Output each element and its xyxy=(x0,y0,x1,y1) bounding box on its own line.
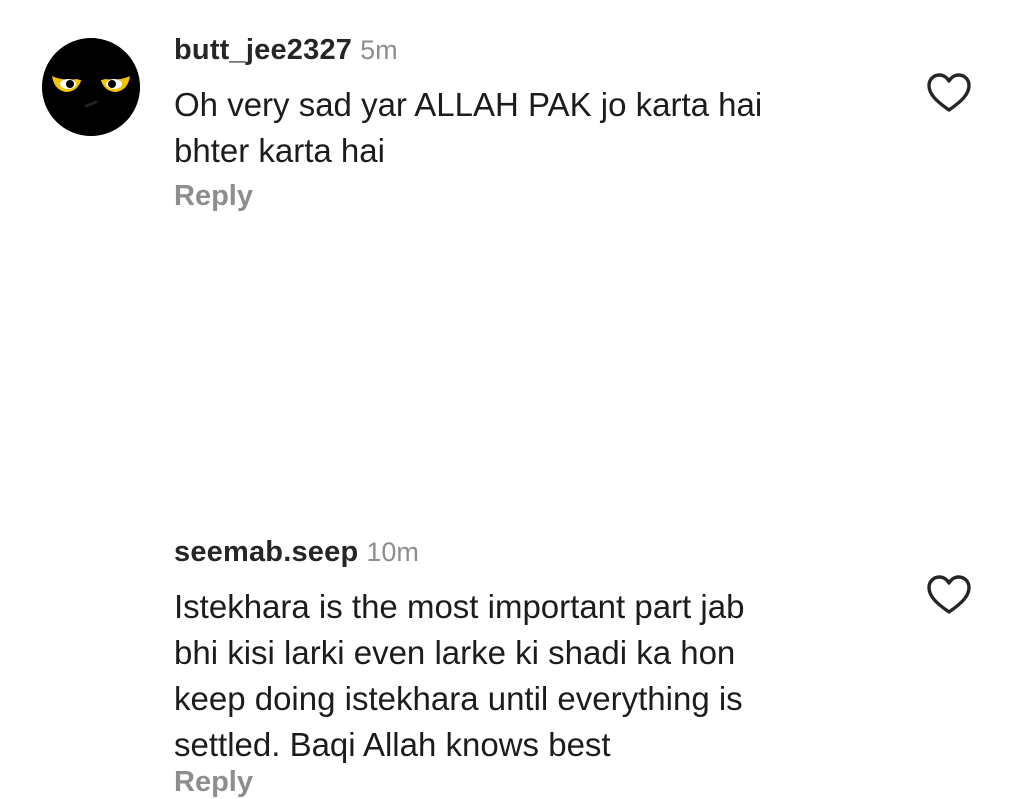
comment-item: seemab.seep 10m Istekhara is the most imp… xyxy=(0,260,1024,798)
comment-text: Istekhara is the most important part jab… xyxy=(174,588,745,763)
reply-button[interactable]: Reply xyxy=(174,180,253,213)
comment-header: seemab.seep 10m xyxy=(174,536,419,569)
username[interactable]: butt_jee2327 xyxy=(174,34,352,66)
like-button[interactable] xyxy=(926,72,972,114)
angry-eyes-avatar-icon xyxy=(42,38,140,136)
avatar[interactable] xyxy=(42,38,140,136)
comment-header: butt_jee2327 5m xyxy=(174,34,398,67)
reply-button[interactable]: Reply xyxy=(174,766,253,799)
timestamp: 5m xyxy=(360,35,398,65)
heart-outline-icon xyxy=(927,575,971,614)
comment-text: Oh very sad yar ALLAH PAK jo karta hai b… xyxy=(174,86,763,169)
heart-outline-icon xyxy=(927,73,971,112)
timestamp: 10m xyxy=(366,537,419,567)
username[interactable]: seemab.seep xyxy=(174,536,358,568)
like-button[interactable] xyxy=(926,574,972,616)
comment-item: butt_jee2327 5m Oh very sad yar ALLAH PAK… xyxy=(0,0,1024,250)
